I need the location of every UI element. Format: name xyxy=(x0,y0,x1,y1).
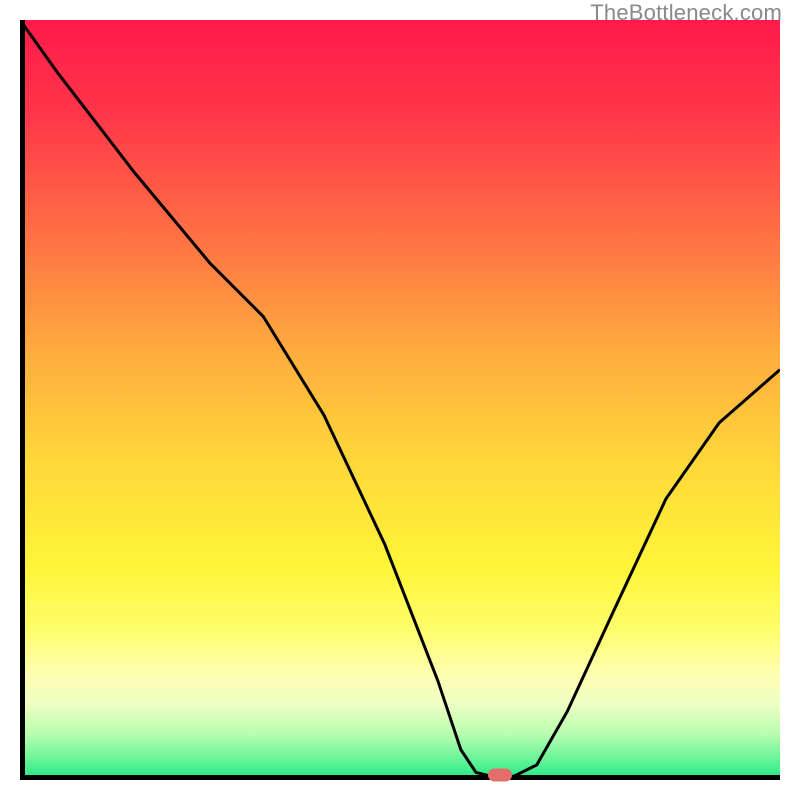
watermark-text: TheBottleneck.com xyxy=(590,0,782,26)
axis-border xyxy=(20,20,780,780)
plot-area xyxy=(20,20,780,780)
bottleneck-chart: TheBottleneck.com xyxy=(0,0,800,800)
optimal-marker xyxy=(488,769,512,782)
